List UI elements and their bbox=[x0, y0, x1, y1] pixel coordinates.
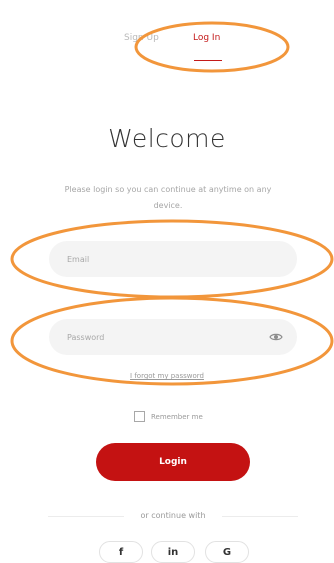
password-field[interactable] bbox=[67, 319, 267, 355]
email-field[interactable] bbox=[67, 241, 267, 277]
eye-icon[interactable] bbox=[269, 331, 283, 343]
active-tab-indicator bbox=[194, 60, 222, 61]
forgot-password-link[interactable]: I forgot my password bbox=[0, 372, 334, 380]
page-title: Welcome bbox=[108, 124, 226, 153]
facebook-button[interactable]: f bbox=[99, 541, 143, 563]
facebook-icon: f bbox=[118, 546, 124, 558]
divider-left bbox=[48, 516, 124, 517]
tab-sign-up[interactable]: Sign Up bbox=[124, 33, 159, 43]
password-field-container bbox=[49, 319, 297, 355]
divider-right bbox=[222, 516, 298, 517]
linkedin-button[interactable]: in bbox=[151, 541, 195, 563]
remember-me-row: Remember me bbox=[134, 411, 203, 422]
tab-log-in[interactable]: Log In bbox=[193, 33, 220, 43]
linkedin-icon: in bbox=[167, 546, 179, 558]
page-subtitle: Please login so you can continue at anyt… bbox=[64, 185, 272, 210]
google-icon: G bbox=[222, 546, 232, 558]
login-button[interactable]: Login bbox=[96, 443, 250, 481]
auth-tabs: Sign Up Log In bbox=[0, 28, 334, 68]
email-field-container bbox=[49, 241, 297, 277]
remember-me-label: Remember me bbox=[151, 412, 203, 421]
continue-with-label: or continue with bbox=[140, 511, 206, 520]
google-button[interactable]: G bbox=[205, 541, 249, 563]
remember-me-checkbox[interactable] bbox=[134, 411, 145, 422]
